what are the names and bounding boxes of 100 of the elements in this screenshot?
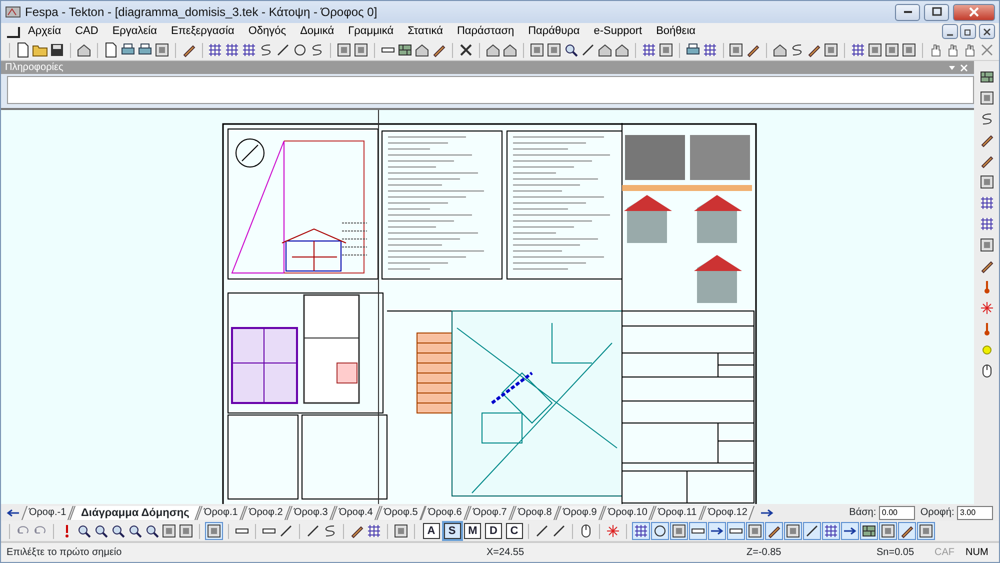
sheet-tab[interactable]: Όροφ.9 bbox=[555, 506, 604, 520]
hatch-icon[interactable] bbox=[978, 69, 994, 85]
magnifier-icon[interactable] bbox=[144, 523, 160, 539]
grid-icon[interactable] bbox=[640, 42, 657, 58]
house-icon[interactable] bbox=[76, 42, 92, 58]
close-button[interactable] bbox=[953, 4, 995, 20]
square-icon[interactable] bbox=[728, 42, 744, 58]
sheet-tab[interactable]: Όροφ.3 bbox=[286, 506, 336, 520]
magnifier-icon[interactable] bbox=[76, 523, 92, 539]
square-icon[interactable] bbox=[178, 523, 194, 539]
square-icon[interactable] bbox=[884, 42, 900, 58]
menu-item[interactable]: Παράσταση bbox=[450, 24, 522, 39]
grid-icon[interactable] bbox=[207, 42, 224, 58]
sheet-tab[interactable]: Όροφ.2 bbox=[242, 506, 290, 520]
square-icon[interactable] bbox=[901, 42, 918, 58]
square-icon[interactable] bbox=[393, 523, 409, 539]
sheet-tab[interactable]: Όροφ.6 bbox=[420, 506, 470, 520]
square-icon[interactable] bbox=[978, 237, 994, 253]
sheet-tab[interactable]: Όροφ.12 bbox=[700, 506, 755, 520]
grid-icon[interactable] bbox=[702, 42, 718, 58]
drawing-canvas[interactable] bbox=[1, 108, 974, 504]
snap-icon[interactable] bbox=[652, 523, 668, 539]
line-icon[interactable] bbox=[305, 523, 321, 539]
house-icon[interactable] bbox=[484, 42, 501, 58]
page-icon[interactable] bbox=[14, 42, 31, 58]
sheet-tab[interactable]: Όροφ.4 bbox=[331, 506, 380, 520]
page-icon[interactable] bbox=[102, 42, 119, 58]
sheet-tab[interactable]: Όροφ.5 bbox=[376, 506, 425, 520]
grid-icon[interactable] bbox=[978, 195, 994, 211]
square-icon[interactable] bbox=[867, 42, 884, 58]
mode-button[interactable]: S bbox=[444, 523, 460, 539]
mode-button[interactable]: C bbox=[506, 523, 523, 539]
menu-item[interactable]: Στατικά bbox=[400, 24, 450, 39]
grid-icon[interactable] bbox=[850, 42, 866, 58]
grid-icon[interactable] bbox=[978, 216, 994, 232]
square-icon[interactable] bbox=[978, 174, 994, 190]
magnifier-icon[interactable] bbox=[562, 42, 579, 58]
level-field[interactable]: 0.00 bbox=[878, 506, 915, 520]
grid-icon[interactable] bbox=[366, 523, 382, 539]
snap-icon[interactable] bbox=[784, 523, 801, 539]
grid-icon[interactable] bbox=[224, 42, 240, 58]
sheet-tab[interactable]: Όροφ.1 bbox=[196, 506, 246, 520]
sheet-tab[interactable]: Όροφ.-1 bbox=[21, 506, 74, 520]
menu-item[interactable]: Οδηγός bbox=[241, 24, 294, 39]
sheet-tab[interactable]: Όροφ.8 bbox=[510, 506, 560, 520]
menu-item[interactable]: Αρχεία bbox=[21, 24, 68, 39]
crosshair-icon[interactable] bbox=[978, 300, 994, 316]
house-icon[interactable] bbox=[772, 42, 788, 58]
menu-item[interactable]: CAD bbox=[68, 24, 106, 39]
square-icon[interactable] bbox=[528, 42, 545, 58]
line-icon[interactable] bbox=[275, 42, 292, 58]
square-icon[interactable] bbox=[823, 42, 840, 58]
snap-icon[interactable] bbox=[860, 523, 877, 539]
menu-item[interactable]: Δομικά bbox=[293, 24, 342, 39]
sheet-tab[interactable]: Όροφ.7 bbox=[466, 506, 515, 520]
square-icon[interactable] bbox=[546, 42, 562, 58]
house-icon[interactable] bbox=[596, 42, 613, 58]
grid-icon[interactable] bbox=[241, 42, 258, 58]
sheet-tab[interactable]: Διάγραμμα Δόμησης bbox=[69, 506, 201, 520]
magnifier-icon[interactable] bbox=[110, 523, 126, 539]
snap-icon[interactable] bbox=[670, 523, 687, 539]
house-icon[interactable] bbox=[614, 42, 630, 58]
hatch-icon[interactable] bbox=[397, 42, 414, 58]
sheet-tab[interactable]: Όροφ.11 bbox=[650, 506, 704, 520]
restore-button[interactable] bbox=[960, 24, 976, 39]
house-icon[interactable] bbox=[414, 42, 430, 58]
menu-item[interactable]: Επεξεργασία bbox=[164, 24, 242, 39]
snap-icon[interactable] bbox=[880, 523, 896, 539]
mode-button[interactable]: D bbox=[485, 523, 502, 539]
menu-item[interactable]: Παράθυρα bbox=[521, 24, 587, 39]
snap-icon[interactable] bbox=[746, 523, 763, 539]
document-icon[interactable] bbox=[5, 24, 21, 38]
line-icon[interactable] bbox=[278, 523, 294, 539]
square-icon[interactable] bbox=[978, 90, 994, 106]
snap-icon[interactable] bbox=[918, 523, 934, 539]
square-icon[interactable] bbox=[154, 42, 170, 58]
menu-item[interactable]: Βοήθεια bbox=[649, 24, 702, 39]
menu-item[interactable]: e-Support bbox=[586, 24, 650, 39]
menu-item[interactable]: Εργαλεία bbox=[105, 24, 164, 39]
square-icon[interactable] bbox=[353, 42, 370, 58]
crosshair-icon[interactable] bbox=[604, 523, 621, 539]
square-icon[interactable] bbox=[336, 42, 352, 58]
magnifier-icon[interactable] bbox=[93, 523, 109, 539]
snap-icon[interactable] bbox=[632, 523, 649, 539]
maximize-button[interactable] bbox=[924, 4, 949, 20]
mode-button[interactable]: M bbox=[464, 523, 482, 539]
mode-button[interactable]: A bbox=[422, 523, 440, 539]
minimize-button[interactable] bbox=[895, 4, 920, 20]
snap-icon[interactable] bbox=[822, 523, 839, 539]
house-icon[interactable] bbox=[502, 42, 518, 58]
magnifier-icon[interactable] bbox=[127, 523, 143, 539]
circle-icon[interactable] bbox=[292, 42, 308, 58]
square-icon[interactable] bbox=[161, 523, 177, 539]
close-button[interactable] bbox=[979, 24, 995, 39]
minimize-button[interactable] bbox=[942, 24, 958, 39]
sheet-tab[interactable]: Όροφ.10 bbox=[600, 506, 655, 520]
level-field[interactable]: 3.00 bbox=[957, 506, 993, 520]
menu-item[interactable]: Γραμμικά bbox=[341, 24, 401, 39]
square-icon[interactable] bbox=[206, 523, 222, 539]
square-icon[interactable] bbox=[658, 42, 674, 58]
